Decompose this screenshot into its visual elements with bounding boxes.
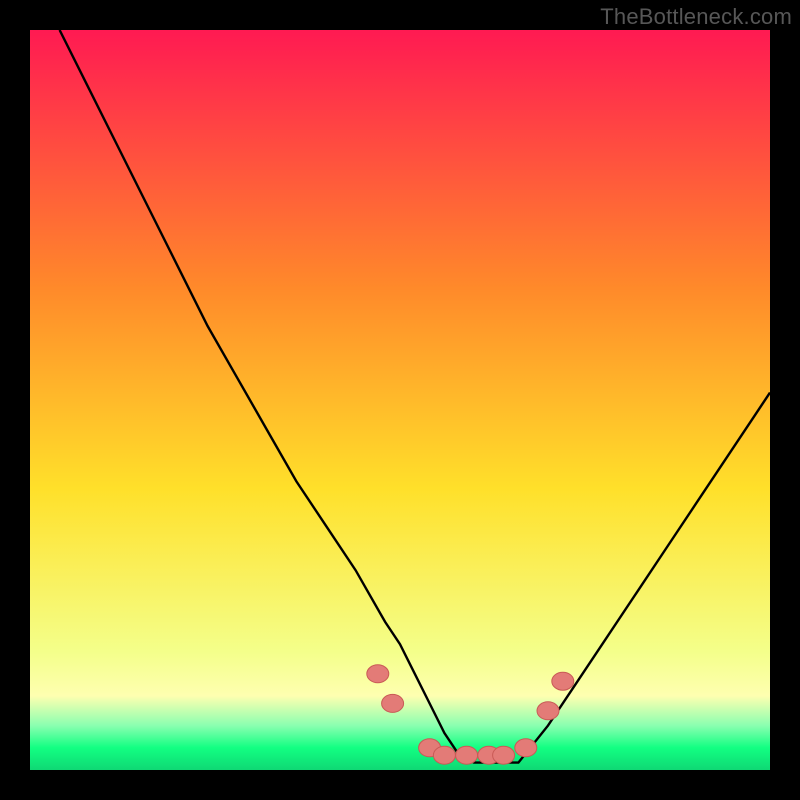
highlight-dot bbox=[382, 694, 404, 712]
highlight-dot bbox=[367, 665, 389, 683]
attribution-text: TheBottleneck.com bbox=[600, 4, 792, 30]
highlight-dot bbox=[493, 746, 515, 764]
chart-svg bbox=[30, 30, 770, 770]
highlight-dot bbox=[537, 702, 559, 720]
highlight-dot bbox=[552, 672, 574, 690]
highlight-dot bbox=[515, 739, 537, 757]
highlight-dot bbox=[433, 746, 455, 764]
heatmap-background bbox=[30, 30, 770, 770]
highlight-dot bbox=[456, 746, 478, 764]
outer-frame: TheBottleneck.com bbox=[0, 0, 800, 800]
chart-plot-area bbox=[30, 30, 770, 770]
